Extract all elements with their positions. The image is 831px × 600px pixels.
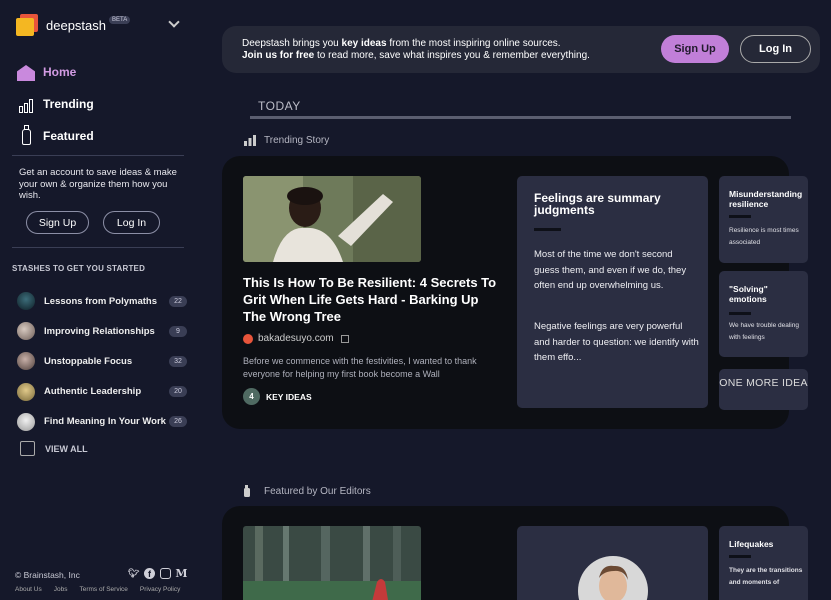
story-thumbnail[interactable] bbox=[243, 176, 421, 262]
banner-login-button[interactable]: Log In bbox=[740, 35, 811, 63]
sidebar-login-button[interactable]: Log In bbox=[103, 211, 160, 234]
idea-title: "Solving" emotions bbox=[729, 284, 768, 304]
divider bbox=[12, 247, 184, 248]
idea-title: Misunderstanding resilience bbox=[729, 189, 803, 209]
idea-card[interactable]: Lifequakes They are the transitions and … bbox=[719, 526, 808, 600]
idea-card[interactable]: "Solving" emotions We have trouble deali… bbox=[719, 271, 808, 357]
footer: © Brainstash, Inc 🐦︎ f M About Us Jobs T… bbox=[15, 567, 191, 593]
idea-text: Negative feelings are very powerful and … bbox=[534, 321, 699, 363]
stash-avatar bbox=[17, 292, 35, 311]
key-ideas-label: KEY IDEAS bbox=[266, 391, 312, 402]
stash-avatar bbox=[17, 352, 35, 371]
stash-name: Authentic Leadership bbox=[44, 386, 142, 398]
stash-count: 22 bbox=[169, 295, 187, 307]
footer-link-about[interactable]: About Us bbox=[15, 586, 42, 593]
trending-icon bbox=[244, 134, 258, 146]
trending-story-label: Trending Story bbox=[244, 134, 329, 146]
twitter-icon[interactable]: 🐦︎ bbox=[128, 568, 139, 579]
divider bbox=[729, 215, 751, 218]
idea-text: We have trouble dealing with feelings bbox=[729, 322, 799, 341]
beta-badge: BETA bbox=[109, 16, 131, 24]
stash-avatar bbox=[17, 382, 35, 401]
stash-name: Improving Relationships bbox=[44, 325, 155, 337]
idea-card[interactable] bbox=[517, 526, 708, 600]
idea-card[interactable]: Feelings are summary judgments Most of t… bbox=[517, 176, 708, 408]
key-ideas-badge[interactable]: 4 KEY IDEAS bbox=[243, 388, 312, 405]
idea-text: Most of the time we don't second guess t… bbox=[534, 249, 687, 291]
view-all-label: VIEW ALL bbox=[45, 443, 88, 454]
join-banner: Deepstash brings you key ideas from the … bbox=[222, 26, 820, 73]
nav-label: Trending bbox=[43, 97, 94, 111]
idea-title: Feelings are summary judgments bbox=[534, 191, 661, 217]
trending-story-card[interactable]: This Is How To Be Resilient: 4 Secrets T… bbox=[222, 156, 808, 429]
author-photo bbox=[578, 556, 648, 600]
stash-item[interactable]: Unstoppable Focus 32 bbox=[17, 346, 187, 376]
story-title[interactable]: This Is How To Be Resilient: 4 Secrets T… bbox=[243, 274, 503, 325]
featured-label: Featured by Our Editors bbox=[244, 485, 371, 497]
divider bbox=[729, 555, 751, 558]
chevron-down-icon[interactable] bbox=[168, 16, 180, 28]
stash-name: Unstoppable Focus bbox=[44, 355, 133, 367]
sidebar: deepstash BETA Home Trending Featured Ge… bbox=[0, 0, 200, 600]
stash-item[interactable]: Lessons from Polymaths 22 bbox=[17, 286, 187, 316]
stash-list: Lessons from Polymaths 22 Improving Rela… bbox=[17, 286, 187, 437]
nav-item-featured[interactable]: Featured bbox=[16, 120, 94, 152]
nav-item-home[interactable]: Home bbox=[16, 56, 94, 88]
divider bbox=[729, 312, 751, 315]
stash-count: 20 bbox=[169, 386, 187, 398]
bottle-icon bbox=[244, 485, 258, 497]
stash-item[interactable]: Find Meaning In Your Work 26 bbox=[17, 407, 187, 437]
featured-story-card[interactable]: Lifequakes They are the transitions and … bbox=[222, 506, 808, 600]
banner-signup-button[interactable]: Sign Up bbox=[661, 35, 729, 63]
stash-name: Lessons from Polymaths bbox=[44, 295, 157, 307]
footer-link-terms[interactable]: Terms of Service bbox=[79, 586, 127, 593]
brand-name: deepstash bbox=[46, 17, 106, 33]
today-heading: TODAY bbox=[258, 99, 301, 113]
stashes-heading: STASHES TO GET YOU STARTED bbox=[12, 264, 146, 273]
external-link-icon[interactable] bbox=[340, 334, 349, 343]
instagram-icon[interactable] bbox=[160, 568, 171, 579]
key-ideas-count: 4 bbox=[243, 388, 260, 405]
footer-link-jobs[interactable]: Jobs bbox=[54, 586, 68, 593]
stash-icon bbox=[20, 441, 35, 456]
divider bbox=[250, 116, 791, 119]
medium-icon[interactable]: M bbox=[175, 567, 187, 580]
nav-label: Home bbox=[43, 65, 77, 79]
brand[interactable]: deepstash BETA bbox=[16, 14, 186, 36]
idea-text: They are the transitions and moments of bbox=[729, 567, 803, 586]
source-icon bbox=[243, 333, 253, 344]
idea-text: Resilience is most times associated bbox=[729, 227, 799, 246]
facebook-icon[interactable]: f bbox=[144, 568, 155, 579]
stash-count: 26 bbox=[169, 416, 187, 428]
sidebar-signup-button[interactable]: Sign Up bbox=[26, 211, 89, 234]
deepstash-logo-icon bbox=[16, 14, 38, 36]
home-icon bbox=[16, 63, 36, 81]
signup-promo-text: Get an account to save ideas & make your… bbox=[19, 167, 177, 201]
footer-link-privacy[interactable]: Privacy Policy bbox=[140, 586, 180, 593]
idea-card[interactable]: Misunderstanding resilience Resilience i… bbox=[719, 176, 808, 263]
story-excerpt: Before we commence with the festivities,… bbox=[243, 356, 477, 379]
stash-name: Find Meaning In Your Work bbox=[44, 416, 166, 428]
stash-avatar bbox=[17, 322, 35, 341]
main-nav: Home Trending Featured bbox=[16, 56, 94, 152]
view-all-link[interactable]: VIEW ALL bbox=[20, 441, 88, 456]
nav-label: Featured bbox=[43, 129, 94, 143]
stash-count: 32 bbox=[169, 355, 187, 367]
stash-item[interactable]: Improving Relationships 9 bbox=[17, 316, 187, 346]
story-thumbnail[interactable] bbox=[243, 526, 421, 600]
trending-icon bbox=[16, 95, 36, 113]
nav-item-trending[interactable]: Trending bbox=[16, 88, 94, 120]
story-source[interactable]: bakadesuyo.com bbox=[243, 333, 349, 344]
divider bbox=[12, 155, 184, 156]
stash-item[interactable]: Authentic Leadership 20 bbox=[17, 377, 187, 407]
stash-avatar bbox=[17, 412, 35, 431]
divider bbox=[534, 228, 561, 231]
banner-text: Deepstash brings you key ideas from the … bbox=[242, 38, 590, 61]
one-more-idea-button[interactable]: ONE MORE IDEA bbox=[719, 369, 808, 410]
idea-title: Lifequakes bbox=[729, 539, 774, 549]
bottle-icon bbox=[16, 125, 36, 145]
stash-count: 9 bbox=[169, 325, 187, 337]
